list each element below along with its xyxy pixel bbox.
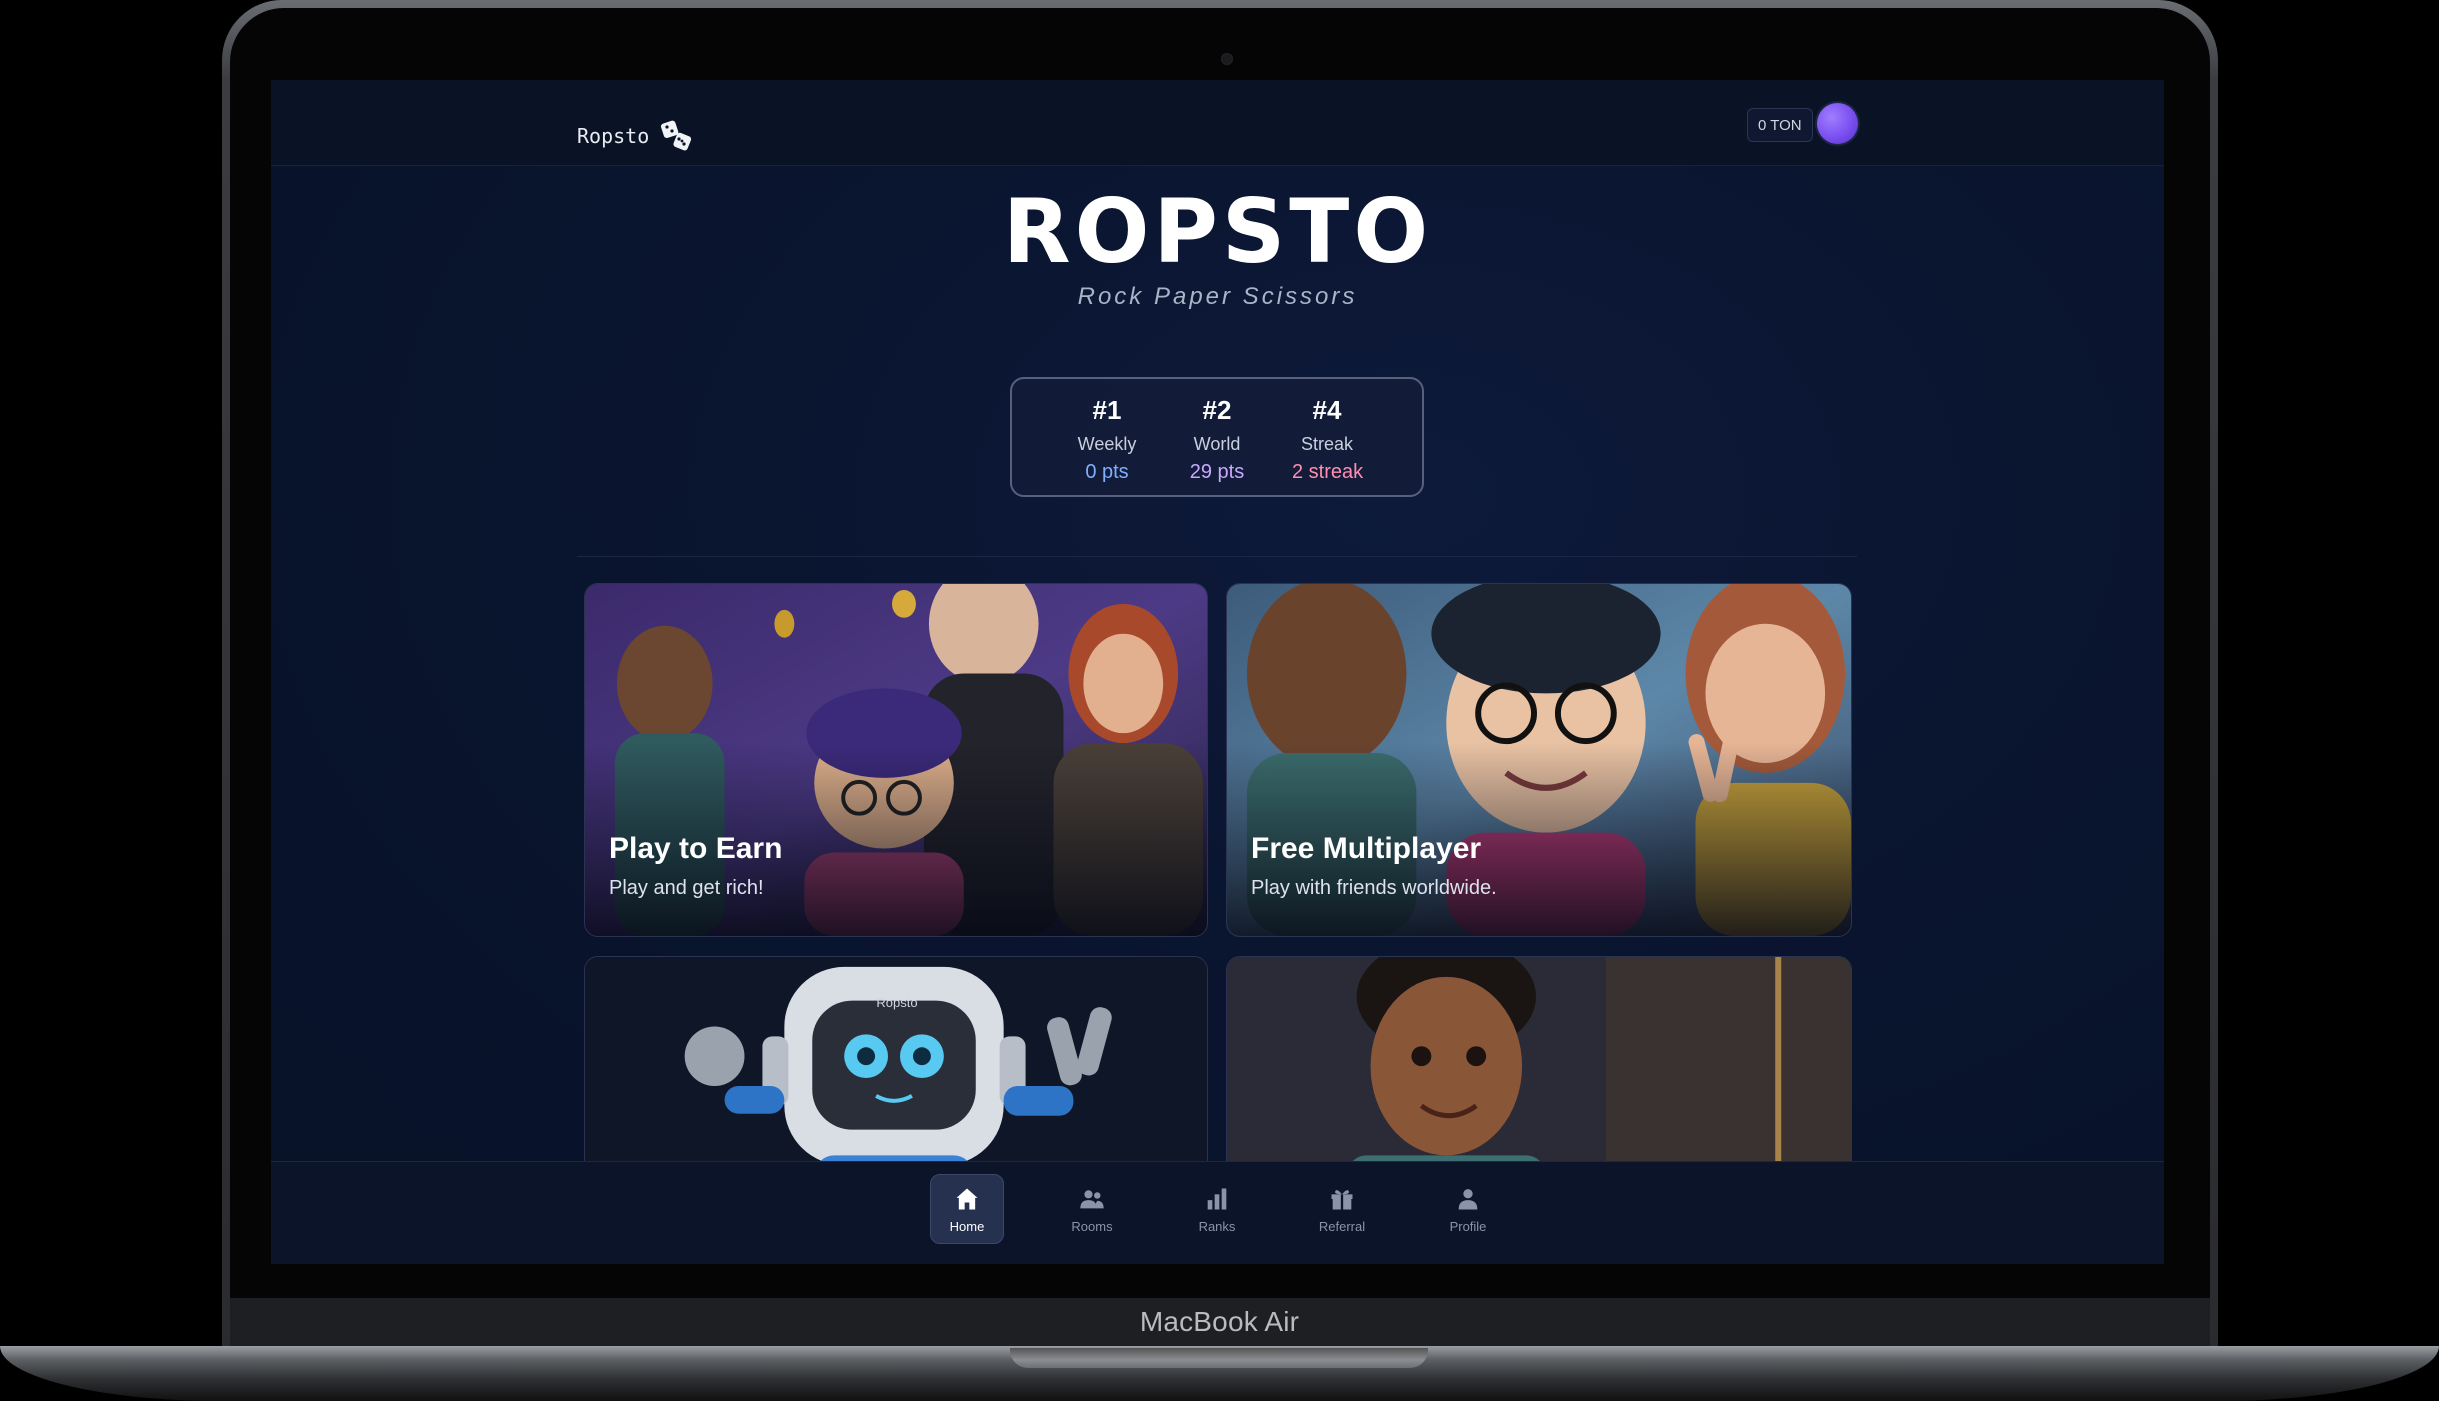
stat-value: 0 pts [1085, 461, 1129, 483]
stat-label: Streak [1300, 434, 1354, 454]
nav-label: Home [949, 1218, 985, 1234]
page-subtitle: Rock Paper Scissors [1077, 283, 1358, 310]
wallet-balance-button[interactable]: 0 TON [1747, 108, 1813, 142]
card-description: Play and get rich! [609, 877, 764, 899]
brand-name: Ropsto [577, 124, 650, 148]
wallet-balance-text: 0 TON [1758, 116, 1802, 134]
nav-rooms[interactable]: Rooms [1055, 1174, 1129, 1244]
card-title: Free Multiplayer [1251, 832, 1482, 865]
top-bar: Ropsto 0 TON [271, 80, 2164, 166]
card-title: Play to Earn [609, 832, 783, 865]
stat-rank: #4 [1312, 395, 1342, 425]
device-label: MacBook Air [1139, 1306, 1300, 1337]
stat-label: World [1193, 434, 1241, 454]
stat-streak: #4 Streak 2 streak [1292, 395, 1364, 495]
nav-ranks[interactable]: Ranks [1180, 1174, 1254, 1244]
bar-chart-icon [1207, 1188, 1227, 1209]
stat-label: Weekly [1077, 434, 1137, 454]
stat-world: #2 World 29 pts [1182, 395, 1252, 495]
camera-dot [1221, 53, 1233, 65]
stat-rank: #1 [1092, 395, 1122, 425]
stat-value: 29 pts [1189, 461, 1245, 483]
play-to-earn-card[interactable]: Play to Earn Play and get rich! [584, 583, 1208, 937]
user-icon [1458, 1188, 1478, 1209]
free-multiplayer-card[interactable]: Free Multiplayer Play with friends world… [1226, 583, 1852, 937]
home-icon [956, 1188, 978, 1209]
card-description: Play with friends worldwide. [1251, 877, 1497, 899]
brand-logo[interactable]: Ropsto [577, 118, 695, 154]
nav-profile[interactable]: Profile [1431, 1174, 1505, 1244]
nav-label: Rooms [1071, 1218, 1113, 1234]
section-divider [577, 556, 1857, 557]
nav-label: Referral [1318, 1218, 1366, 1234]
stat-value: 2 streak [1292, 461, 1364, 483]
bottom-navigation: Home Rooms Ranks Referral Profile [271, 1161, 2164, 1264]
laptop-notch [1010, 1348, 1428, 1368]
users-icon [1080, 1189, 1104, 1208]
stat-weekly: #1 Weekly 0 pts [1072, 395, 1142, 495]
stat-rank: #2 [1202, 395, 1232, 425]
nav-home[interactable]: Home [930, 1174, 1004, 1244]
nav-label: Profile [1449, 1218, 1487, 1234]
user-avatar[interactable] [1817, 103, 1858, 144]
nav-label: Ranks [1198, 1218, 1236, 1234]
app-screen: Ropsto 0 TON ROPSTO Rock Paper Scissors … [271, 80, 2164, 1264]
page-title: ROPSTO [1002, 180, 1433, 283]
stats-panel: #1 Weekly 0 pts #2 World 29 pts #4 Strea… [1010, 377, 1424, 497]
dice-icon [661, 120, 692, 151]
gift-icon [1331, 1189, 1353, 1209]
robot-badge-text: Ropsto [876, 995, 918, 1010]
nav-referral[interactable]: Referral [1305, 1174, 1379, 1244]
